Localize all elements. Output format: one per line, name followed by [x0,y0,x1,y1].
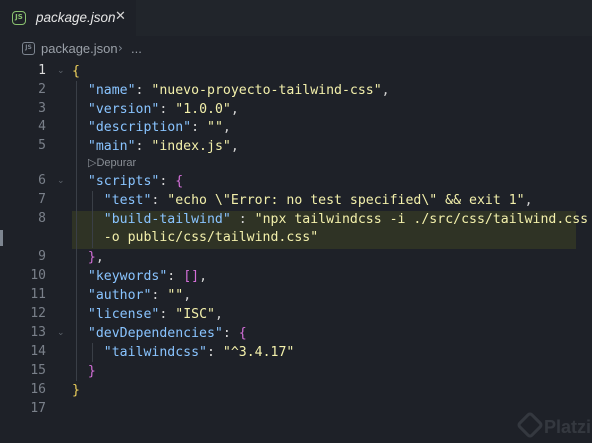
line-number: 2 [38,82,46,97]
js-file-icon: JS [22,42,35,55]
line-number: 8 [38,211,46,226]
breadcrumb-more[interactable]: ... [131,41,142,56]
line-number: 9 [38,249,46,264]
breadcrumb-file[interactable]: package.json [41,41,118,56]
fold-chevron-icon[interactable]: ⌄ [57,176,65,186]
fold-chevron-icon[interactable]: ⌄ [57,328,65,338]
line-number: 17 [30,401,46,416]
tab-bar: JS package.json ✕ [0,0,592,36]
code-line: "test": "echo \"Error: no test specified… [103,193,533,208]
code-editor[interactable]: 1 2 3 4 5 6 7 8 9 10 11 12 13 14 15 16 17 ⌄ ⌄ ⌄ ▷Depurar{ "n… [0,62,592,443]
code-line: -o public/css/tailwind.css" [103,230,319,245]
chevron-right-icon: › [118,41,123,55]
line-number: 15 [30,363,46,378]
code-line: { [72,64,80,79]
line-number: 11 [30,287,46,302]
breadcrumb: JS package.json › ... [0,36,592,62]
watermark-text: Platzi [544,417,592,437]
line-number: 14 [30,344,46,359]
line-number: 5 [38,138,46,153]
line-number: 13 [30,325,46,340]
code-line: "devDependencies": { [87,326,247,341]
code-line: "description": "", [87,120,231,135]
code-line: } [72,383,80,398]
code-line: "keywords": [], [87,269,208,284]
line-number: 16 [30,382,46,397]
code-line: "name": "nuevo-proyecto-tailwind-css", [87,83,390,98]
close-icon[interactable]: ✕ [115,9,126,24]
code-line: "license": "ISC", [87,307,223,322]
tab-package-json[interactable]: JS package.json ✕ [0,0,136,36]
code-line: "scripts": { [87,174,184,189]
gutter-marker [0,230,3,246]
line-number: 3 [38,101,46,116]
code-line: } [87,364,96,379]
line-number: 7 [38,192,46,207]
platzi-logo-icon [515,410,545,440]
code-line: }, [87,250,104,265]
tab-label: package.json [36,10,116,25]
line-number: 4 [38,119,46,134]
debug-codelens[interactable]: ▷Depurar [88,156,136,169]
line-number: 1 [38,63,46,78]
code-line: "build-tailwind" : "npx tailwindcss -i .… [103,212,589,227]
line-number: 10 [30,268,46,283]
line-number: 6 [38,173,46,188]
code-line: "main": "index.js", [87,139,239,154]
code-line: "tailwindcss": "^3.4.17" [103,345,295,360]
js-file-icon: JS [12,11,26,25]
platzi-watermark: Platzi [510,409,592,443]
fold-chevron-icon[interactable]: ⌄ [57,66,65,76]
code-line: "author": "", [87,288,192,303]
line-number: 12 [30,306,46,321]
code-line: "version": "1.0.0", [87,102,239,117]
